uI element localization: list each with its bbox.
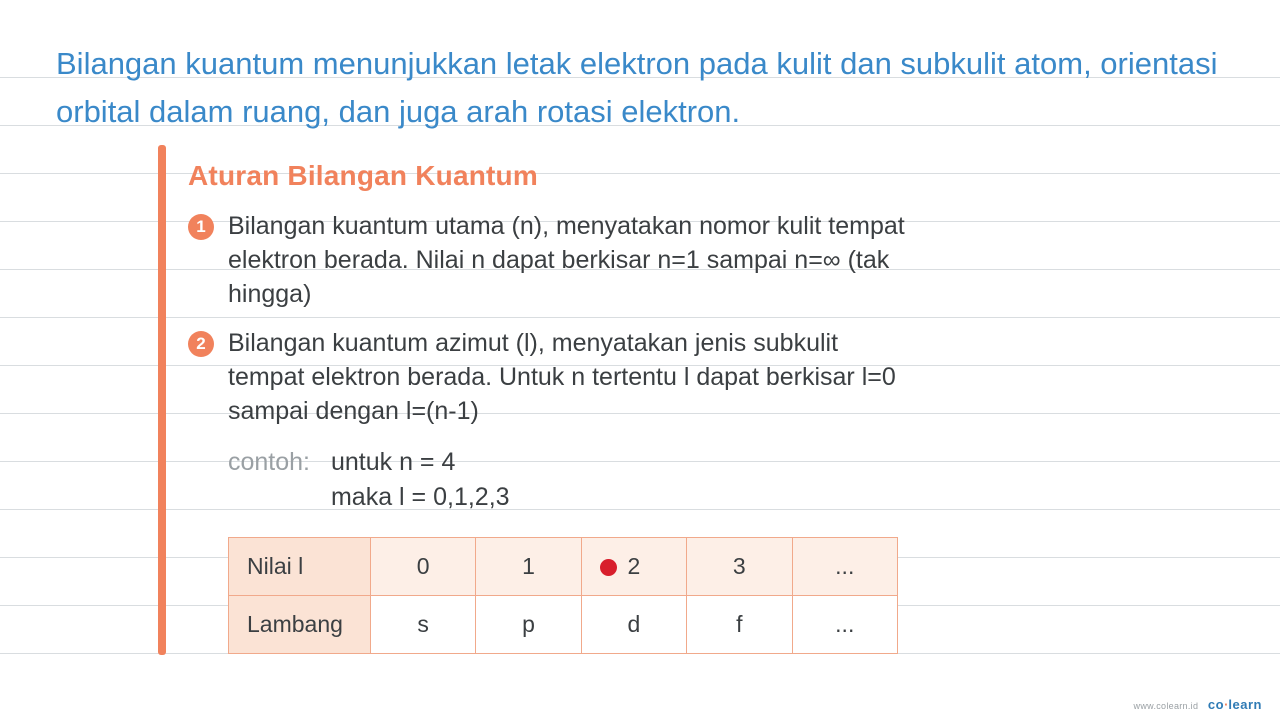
example-block: contoh: untuk n = 4 contoh: maka l = 0,1… [228,445,908,515]
row-header: Lambang [229,595,371,653]
bullet-number: 1 [188,214,214,240]
cell: s [370,595,475,653]
cell: d [581,595,686,653]
page-title: Bilangan kuantum menunjukkan letak elekt… [56,40,1224,136]
item-text: Bilangan kuantum utama (n), menyatakan n… [228,210,908,311]
cell: p [476,595,581,653]
brand-name-a: co [1208,697,1224,712]
example-label: contoh: [228,448,310,476]
quantum-table: Nilai l 0 1 2 3 ... Lambang s p d f ... [228,537,898,654]
example-line2: maka l = 0,1,2,3 [331,483,510,511]
table-row: Lambang s p d f ... [229,595,898,653]
cell: f [687,595,792,653]
cell: 0 [370,537,475,595]
cell: 3 [687,537,792,595]
cell: 2 [581,537,686,595]
list-item: 1 Bilangan kuantum utama (n), menyatakan… [188,210,908,311]
bullet-number: 2 [188,331,214,357]
section-heading: Aturan Bilangan Kuantum [188,160,908,192]
brand-name-b: learn [1228,697,1262,712]
cell: 1 [476,537,581,595]
item-text: Bilangan kuantum azimut (l), menyatakan … [228,327,908,428]
cell: ... [792,595,897,653]
row-header: Nilai l [229,537,371,595]
list-item: 2 Bilangan kuantum azimut (l), menyataka… [188,327,908,428]
content-card: Aturan Bilangan Kuantum 1 Bilangan kuant… [188,160,908,654]
accent-bar [158,145,166,655]
example-line1: untuk n = 4 [331,448,455,476]
cursor-dot-icon [600,559,617,576]
brand-site: www.colearn.id [1134,701,1199,711]
table-row: Nilai l 0 1 2 3 ... [229,537,898,595]
cell: ... [792,537,897,595]
brand-watermark: www.colearn.id co·learn [1134,697,1262,712]
